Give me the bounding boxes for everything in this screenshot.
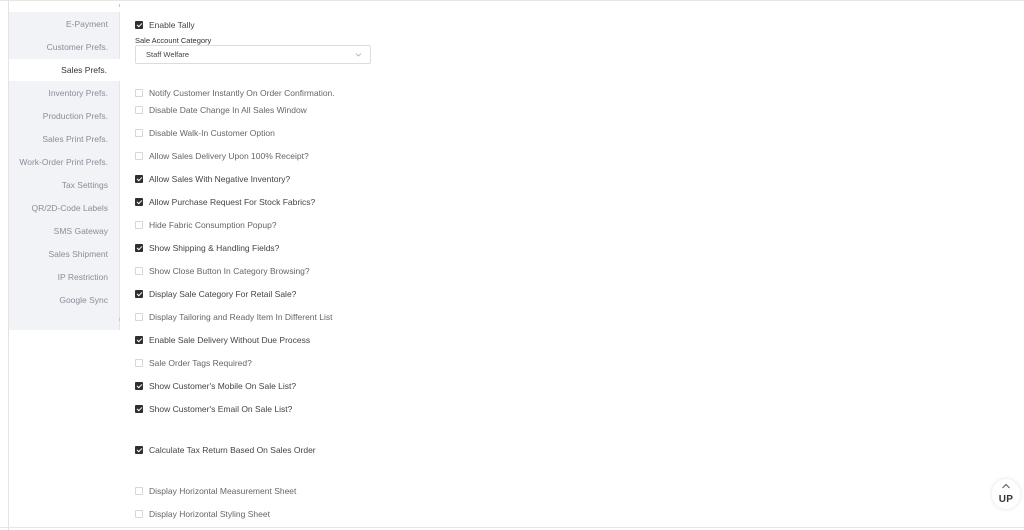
sidebar-item-sales-print-prefs[interactable]: Sales Print Prefs. bbox=[9, 128, 120, 150]
option-show-customer-s-email-on-sale-list[interactable]: Show Customer's Email On Sale List? bbox=[135, 402, 292, 416]
checkbox-box[interactable] bbox=[135, 244, 143, 252]
option-disable-walk-in-customer-option[interactable]: Disable Walk-In Customer Option bbox=[135, 126, 275, 140]
sidebar-scroll-tick-top bbox=[119, 4, 120, 7]
option-display-tailoring-and-ready-item-in-different-list[interactable]: Display Tailoring and Ready Item In Diff… bbox=[135, 310, 332, 324]
bottom-divider bbox=[0, 527, 1024, 528]
option-label: Display Horizontal Styling Sheet bbox=[149, 509, 270, 519]
checkbox-box[interactable] bbox=[135, 336, 143, 344]
option-label: Show Shipping & Handling Fields? bbox=[149, 243, 280, 253]
option-label: Disable Walk-In Customer Option bbox=[149, 128, 275, 138]
option-label: Allow Sales With Negative Inventory? bbox=[149, 174, 291, 184]
sidebar-item-production-prefs[interactable]: Production Prefs. bbox=[9, 105, 120, 127]
checkbox-box[interactable] bbox=[135, 21, 143, 29]
checkbox-box[interactable] bbox=[135, 405, 143, 413]
option-label: Notify Customer Instantly On Order Confi… bbox=[149, 88, 335, 98]
option-display-horizontal-styling-sheet[interactable]: Display Horizontal Styling Sheet bbox=[135, 507, 270, 521]
option-show-customer-s-mobile-on-sale-list[interactable]: Show Customer's Mobile On Sale List? bbox=[135, 379, 296, 393]
checkbox-box[interactable] bbox=[135, 267, 143, 275]
checkbox-box[interactable] bbox=[135, 313, 143, 321]
option-hide-fabric-consumption-popup[interactable]: Hide Fabric Consumption Popup? bbox=[135, 218, 277, 232]
enable-tally-label: Enable Tally bbox=[149, 20, 195, 30]
chevron-down-icon bbox=[355, 53, 362, 57]
checkbox-box[interactable] bbox=[135, 89, 143, 97]
settings-sidebar: E-Payment Customer Prefs. Sales Prefs. Inve… bbox=[9, 12, 120, 330]
checkbox-box[interactable] bbox=[135, 359, 143, 367]
option-display-horizontal-measurement-sheet[interactable]: Display Horizontal Measurement Sheet bbox=[135, 484, 296, 498]
option-allow-purchase-request-for-stock-fabrics[interactable]: Allow Purchase Request For Stock Fabrics… bbox=[135, 195, 315, 209]
checkbox-box[interactable] bbox=[135, 221, 143, 229]
option-label: Allow Sales Delivery Upon 100% Receipt? bbox=[149, 151, 309, 161]
checkbox-box[interactable] bbox=[135, 198, 143, 206]
option-label: Show Customer's Email On Sale List? bbox=[149, 404, 293, 414]
sidebar-item-inventory-prefs[interactable]: Inventory Prefs. bbox=[9, 82, 120, 104]
sidebar-item-qr-2d-code-labels[interactable]: QR/2D-Code Labels bbox=[9, 197, 120, 219]
sidebar-item-work-order-print-prefs[interactable]: Work-Order Print Prefs. bbox=[9, 151, 120, 173]
option-label: Show Customer's Mobile On Sale List? bbox=[149, 381, 297, 391]
checkbox-box[interactable] bbox=[135, 510, 143, 518]
enable-tally-checkbox[interactable]: Enable Tally bbox=[135, 18, 195, 32]
scroll-up-button[interactable]: UP bbox=[992, 479, 1020, 509]
sidebar-item-ip-restriction[interactable]: IP Restriction bbox=[9, 266, 120, 288]
checkbox-box[interactable] bbox=[135, 152, 143, 160]
option-label: Show Close Button In Category Browsing? bbox=[149, 266, 310, 276]
option-allow-sales-with-negative-inventory[interactable]: Allow Sales With Negative Inventory? bbox=[135, 172, 290, 186]
sale-account-category-label: Sale Account Category bbox=[135, 36, 212, 45]
option-enable-sale-delivery-without-due-process[interactable]: Enable Sale Delivery Without Due Process bbox=[135, 333, 310, 347]
option-label: Calculate Tax Return Based On Sales Orde… bbox=[149, 445, 316, 455]
option-label: Display Tailoring and Ready Item In Diff… bbox=[149, 312, 333, 322]
checkbox-box[interactable] bbox=[135, 446, 143, 454]
option-calculate-tax-return-based-on-sales-order[interactable]: Calculate Tax Return Based On Sales Orde… bbox=[135, 443, 316, 457]
option-label: Disable Date Change In All Sales Window bbox=[149, 105, 307, 115]
checkbox-box[interactable] bbox=[135, 175, 143, 183]
option-label: Display Horizontal Measurement Sheet bbox=[149, 486, 297, 496]
sidebar-item-customer-prefs[interactable]: Customer Prefs. bbox=[9, 36, 120, 58]
top-divider bbox=[0, 0, 1024, 1]
sidebar-item-sales-prefs[interactable]: Sales Prefs. bbox=[9, 59, 120, 81]
option-disable-date-change-in-all-sales-window[interactable]: Disable Date Change In All Sales Window bbox=[135, 103, 307, 117]
checkbox-box[interactable] bbox=[135, 487, 143, 495]
sale-account-category-value: Staff Welfare bbox=[146, 50, 190, 59]
sale-account-category-select[interactable]: Staff Welfare bbox=[135, 45, 371, 64]
sidebar-item-sales-shipment[interactable]: Sales Shipment bbox=[9, 243, 120, 265]
option-label: Allow Purchase Request For Stock Fabrics… bbox=[149, 197, 316, 207]
sidebar-item-sms-gateway[interactable]: SMS Gateway bbox=[9, 220, 120, 242]
sidebar-item-e-payment[interactable]: E-Payment bbox=[9, 13, 120, 35]
checkbox-box[interactable] bbox=[135, 290, 143, 298]
chevron-up-icon bbox=[1002, 483, 1010, 489]
scroll-up-label: UP bbox=[998, 494, 1014, 505]
checkbox-box[interactable] bbox=[135, 129, 143, 137]
option-label: Sale Order Tags Required? bbox=[149, 358, 252, 368]
option-label: Display Sale Category For Retail Sale? bbox=[149, 289, 297, 299]
option-display-sale-category-for-retail-sale[interactable]: Display Sale Category For Retail Sale? bbox=[135, 287, 296, 301]
option-allow-sales-delivery-upon-100-receipt[interactable]: Allow Sales Delivery Upon 100% Receipt? bbox=[135, 149, 309, 163]
option-show-shipping-handling-fields[interactable]: Show Shipping & Handling Fields? bbox=[135, 241, 279, 255]
sidebar-item-tax-settings[interactable]: Tax Settings bbox=[9, 174, 120, 196]
checkbox-box[interactable] bbox=[135, 106, 143, 114]
option-notify-customer-instantly-on-order-confirmation[interactable]: Notify Customer Instantly On Order Confi… bbox=[135, 86, 335, 100]
checkbox-box[interactable] bbox=[135, 382, 143, 390]
sidebar-item-google-sync[interactable]: Google Sync bbox=[9, 289, 120, 311]
option-show-close-button-in-category-browsing[interactable]: Show Close Button In Category Browsing? bbox=[135, 264, 310, 278]
option-label: Enable Sale Delivery Without Due Process bbox=[149, 335, 311, 345]
option-sale-order-tags-required[interactable]: Sale Order Tags Required? bbox=[135, 356, 252, 370]
option-label: Hide Fabric Consumption Popup? bbox=[149, 220, 277, 230]
sidebar-scroll-tick-bottom bbox=[119, 318, 120, 321]
